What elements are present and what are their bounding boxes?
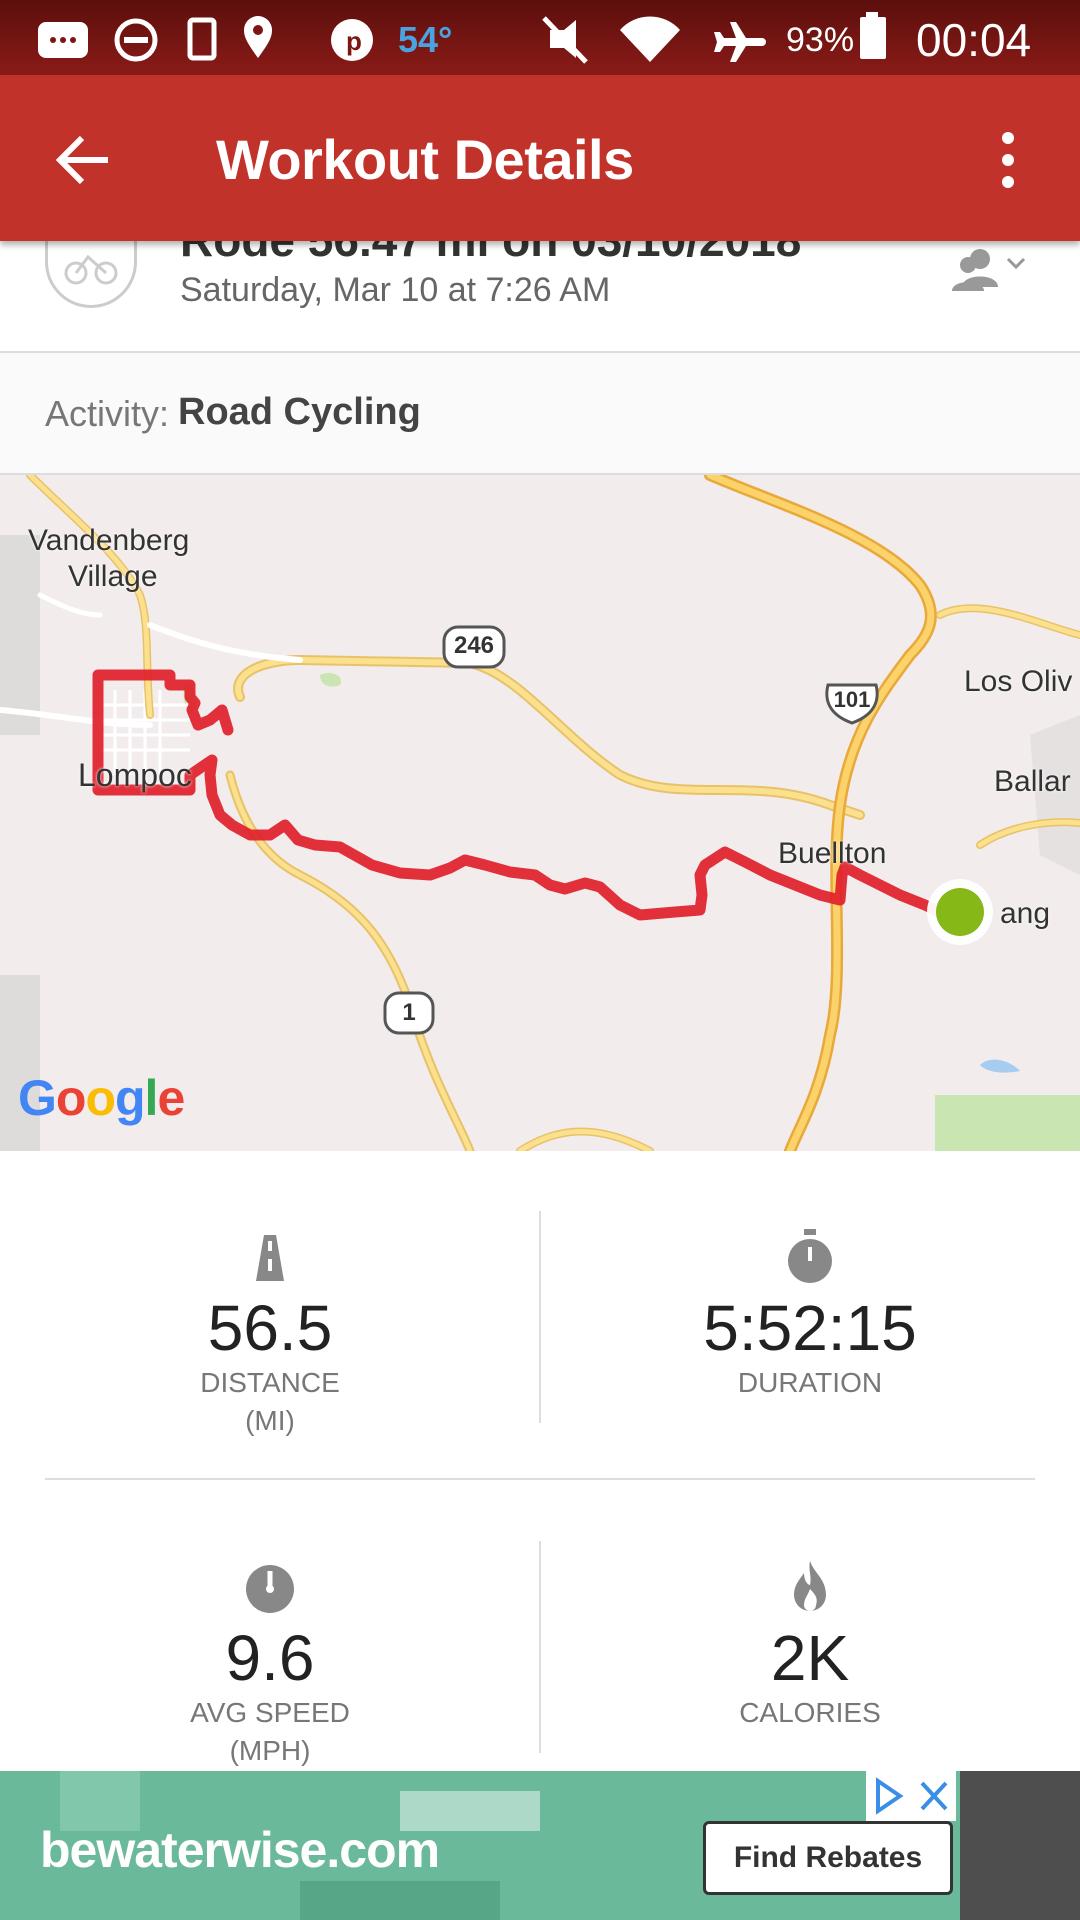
ad-choices[interactable] — [866, 1771, 956, 1821]
map-label-ballard: Ballar — [994, 765, 1071, 798]
status-bar: p 54° 93% 00:04 — [0, 0, 1080, 75]
flame-icon — [794, 1561, 826, 1611]
svg-text:p: p — [346, 26, 362, 56]
clock: 00:04 — [916, 14, 1032, 66]
map-label-los-olivos: Los Oliv — [964, 665, 1073, 698]
road-icon — [256, 1235, 284, 1281]
map-label-vandenberg: Vandenberg Village — [28, 524, 190, 593]
activity-label: Activity: — [45, 393, 170, 434]
activity-value: Road Cycling — [178, 391, 421, 433]
page-title: Workout Details — [216, 128, 634, 191]
notification-icons: p — [38, 16, 373, 62]
stats-divider-horizontal — [45, 1478, 1035, 1480]
map-label-lompoc: Lompoc — [78, 757, 192, 793]
speedometer-icon — [246, 1565, 294, 1613]
stat-avg-speed: 9.6 AVG SPEED (MPH) — [0, 1557, 540, 1770]
stat-duration: 5:52:15 DURATION — [540, 1227, 1080, 1402]
workout-date: Saturday, Mar 10 at 7:26 AM — [180, 271, 611, 309]
stat-calories: 2K CALORIES — [540, 1557, 1080, 1732]
ad-brand: bewaterwise.com — [40, 1822, 440, 1878]
battery-icon — [860, 12, 886, 59]
ad-side-panel — [960, 1771, 1080, 1920]
ad-banner[interactable]: bewaterwise.com Find Rebates — [0, 1771, 1080, 1920]
cycling-activity-icon — [45, 241, 137, 308]
app-bar: Workout Details — [0, 75, 1080, 241]
route-shield-1: 1 — [402, 999, 416, 1026]
back-arrow-icon[interactable] — [44, 120, 124, 200]
route-shield-246: 246 — [453, 632, 495, 659]
workout-title: Rode 56.47 mi on 03/10/2018 — [180, 241, 801, 267]
route-shield-101: 101 — [833, 687, 871, 712]
battery-level: 93% — [786, 21, 855, 59]
map-label-solvang: ang — [1000, 897, 1051, 930]
adchoices-icon[interactable] — [866, 1771, 956, 1821]
workout-header: Rode 56.47 mi on 03/10/2018 Saturday, Ma… — [0, 241, 1080, 353]
route-map[interactable]: Vandenberg Village Lompoc Buellton Los O… — [0, 475, 1080, 1151]
overflow-menu-icon[interactable] — [988, 120, 1028, 200]
ad-cta-button[interactable]: Find Rebates — [703, 1821, 953, 1895]
google-logo: Google — [18, 1070, 185, 1126]
stats-grid: 56.5 DISTANCE (MI) 5:52:15 DURATION 9.6 … — [0, 1151, 1080, 1771]
activity-row: Activity: Road Cycling — [0, 353, 1080, 475]
stat-distance: 56.5 DISTANCE (MI) — [0, 1227, 540, 1440]
route-shields — [383, 625, 879, 1035]
map-label-buellton: Buellton — [778, 837, 887, 870]
privacy-friends-icon[interactable] — [950, 241, 1040, 301]
stopwatch-icon — [788, 1229, 832, 1283]
temperature: 54° — [398, 19, 453, 60]
